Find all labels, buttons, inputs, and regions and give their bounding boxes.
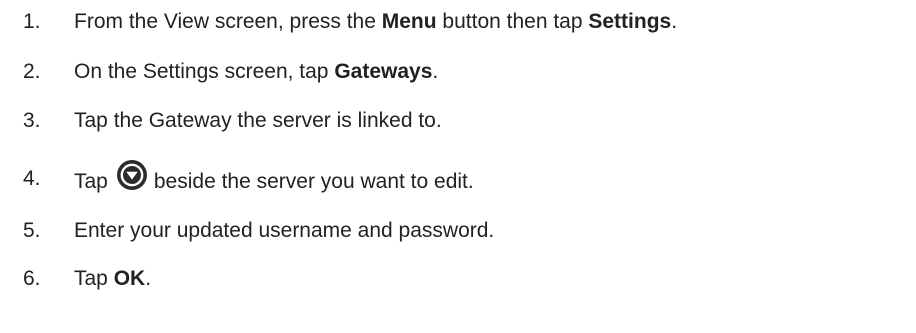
- step-number: 3.: [23, 109, 41, 132]
- step-text-part: Enter your updated username and password…: [74, 219, 495, 242]
- step-text: Tap beside the server you want to edit.: [74, 159, 474, 202]
- step-number: 5.: [23, 219, 41, 242]
- step-text: Tap OK.: [74, 259, 151, 299]
- step-2: 2. On the Settings screen, tap Gateways.: [0, 52, 916, 92]
- step-3: 3. Tap the Gateway the server is linked …: [0, 101, 916, 141]
- step-4: 4. Tap beside the server you want to edit…: [0, 159, 916, 199]
- gateways-keyword: Gateways: [334, 60, 433, 83]
- step-number: 6.: [23, 267, 41, 290]
- step-text: Enter your updated username and password…: [74, 211, 494, 251]
- step-1: 1. From the View screen, press the Menu …: [0, 2, 916, 42]
- step-number: 2.: [23, 60, 41, 83]
- step-5: 5. Enter your updated username and passw…: [0, 211, 916, 251]
- expand-down-circle-icon: [116, 159, 148, 191]
- step-text: Tap the Gateway the server is linked to.: [74, 101, 442, 141]
- step-number: 1.: [23, 10, 41, 33]
- step-text-part: On the Settings screen, tap: [74, 60, 335, 83]
- step-number: 4.: [23, 167, 41, 190]
- step-text: From the View screen, press the Menu but…: [74, 2, 677, 42]
- step-text-part: button then tap: [436, 10, 589, 33]
- step-6: 6. Tap OK.: [0, 259, 916, 299]
- step-text-part: Tap: [74, 170, 108, 193]
- step-text-part: Tap the Gateway the server is linked to.: [74, 109, 442, 132]
- step-text: On the Settings screen, tap Gateways.: [74, 52, 438, 92]
- step-text-part: Tap: [74, 267, 114, 290]
- step-text-part: beside the server you want to edit.: [153, 170, 474, 193]
- instruction-steps: 1. From the View screen, press the Menu …: [0, 0, 916, 333]
- step-text-part: .: [432, 60, 439, 83]
- ok-keyword: OK: [113, 267, 146, 290]
- step-text-part: From the View screen, press the: [74, 10, 382, 33]
- step-text-part: .: [145, 267, 152, 290]
- settings-keyword: Settings: [588, 10, 672, 33]
- menu-keyword: Menu: [381, 10, 437, 33]
- step-text-part: .: [671, 10, 678, 33]
